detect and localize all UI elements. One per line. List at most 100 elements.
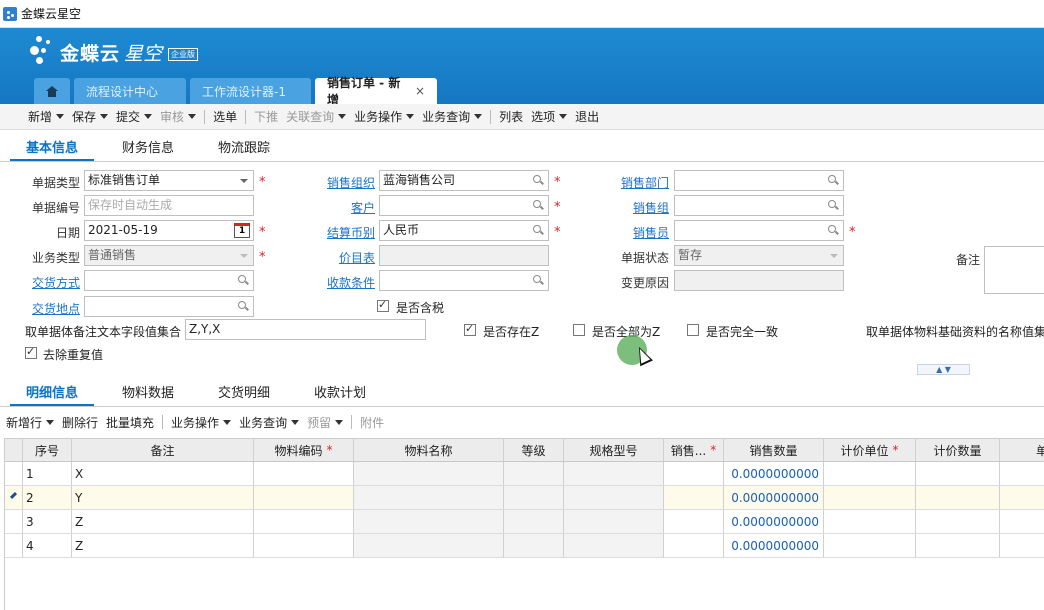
push-down-button[interactable]: 下推	[254, 108, 278, 125]
sale-org-label[interactable]: 销售组织	[327, 174, 375, 191]
chevron-down-icon[interactable]	[291, 419, 300, 425]
remark-textarea[interactable]	[984, 246, 1044, 294]
has-z-checkbox[interactable]	[464, 322, 476, 336]
sale-dept-input[interactable]	[674, 170, 844, 191]
exit-button[interactable]: 退出	[575, 108, 599, 125]
add-row-button[interactable]: 新增行	[6, 414, 55, 431]
delivery-place-input[interactable]	[84, 296, 254, 317]
currency-input[interactable]: 人民币	[379, 220, 549, 241]
tab-sales-order-new[interactable]: 销售订单 - 新增 ×	[315, 76, 437, 107]
tab-basic-info[interactable]: 基本信息	[10, 139, 95, 161]
tab-logistics[interactable]: 物流跟踪	[202, 139, 286, 161]
detail-biz-query-button[interactable]: 业务查询	[239, 414, 300, 431]
chevron-down-icon[interactable]	[406, 114, 415, 119]
receipt-cond-label[interactable]: 收款条件	[327, 274, 375, 291]
chevron-down-icon[interactable]	[144, 114, 153, 119]
sale-group-label[interactable]: 销售组	[633, 199, 669, 216]
all-z-checkbox[interactable]	[573, 324, 585, 336]
receipt-cond-input[interactable]	[379, 270, 549, 291]
chevron-down-icon[interactable]	[46, 419, 55, 425]
column-header[interactable]: 单	[1000, 439, 1044, 461]
reserve-button[interactable]: 预留	[307, 414, 344, 431]
tab-process-design[interactable]: 流程设计中心	[74, 78, 186, 104]
salesman-input[interactable]	[674, 220, 844, 241]
bill-type-select[interactable]: 标准销售订单	[84, 170, 254, 191]
delivery-place-label[interactable]: 交货地点	[32, 300, 80, 317]
attachment-button[interactable]: 附件	[360, 414, 384, 431]
search-icon[interactable]	[533, 275, 543, 285]
chevron-down-icon[interactable]	[825, 246, 843, 265]
all-same-checkbox[interactable]	[687, 324, 699, 336]
tab-receipt-plan[interactable]: 收款计划	[298, 384, 382, 406]
search-icon[interactable]	[533, 200, 543, 210]
tab-home[interactable]	[34, 78, 70, 104]
sale-org-input[interactable]: 蓝海销售公司	[379, 170, 549, 191]
tab-detail-info[interactable]: 明细信息	[10, 384, 95, 406]
search-icon[interactable]	[238, 275, 248, 285]
audit-button[interactable]: 审核	[160, 108, 197, 125]
sale-group-input[interactable]	[674, 195, 844, 216]
search-icon[interactable]	[828, 200, 838, 210]
chevron-down-icon[interactable]	[188, 114, 197, 119]
biz-operation-button[interactable]: 业务操作	[354, 108, 415, 125]
collapse-toggle[interactable]: ▲ ▼	[917, 364, 970, 375]
biz-query-button[interactable]: 业务查询	[422, 108, 483, 125]
column-header[interactable]: 计价数量	[916, 439, 1000, 461]
table-row[interactable]: 2 Y 0.0000000000	[5, 486, 1044, 510]
chevron-down-icon[interactable]	[474, 114, 483, 119]
delivery-method-input[interactable]	[84, 270, 254, 291]
remark-concat-input[interactable]: Z,Y,X	[185, 319, 426, 340]
currency-label[interactable]: 结算币别	[327, 224, 375, 241]
table-row[interactable]: 4 Z 0.0000000000	[5, 534, 1044, 558]
chevron-down-icon[interactable]	[335, 419, 344, 425]
tab-material-data[interactable]: 物料数据	[106, 384, 190, 406]
chevron-down-icon[interactable]	[559, 114, 568, 119]
change-reason-input[interactable]	[674, 270, 844, 291]
options-button[interactable]: 选项	[531, 108, 568, 125]
salesman-label[interactable]: 销售员	[633, 224, 669, 241]
date-input[interactable]: 2021-05-19 1	[84, 220, 254, 241]
table-row[interactable]: 1 X 0.0000000000	[5, 462, 1044, 486]
chevron-down-icon[interactable]	[235, 246, 253, 265]
search-icon[interactable]	[533, 175, 543, 185]
bill-no-input[interactable]: 保存时自动生成	[84, 195, 254, 216]
submit-button[interactable]: 提交	[116, 108, 153, 125]
save-button[interactable]: 保存	[72, 108, 109, 125]
tab-workflow-designer[interactable]: 工作流设计器-1	[190, 78, 311, 104]
sale-dept-label[interactable]: 销售部门	[621, 174, 669, 191]
biz-type-select[interactable]: 普通销售	[84, 245, 254, 266]
close-icon[interactable]: ×	[415, 84, 425, 98]
related-query-button[interactable]: 关联查询	[286, 108, 347, 125]
customer-label[interactable]: 客户	[351, 199, 375, 216]
tab-delivery-detail[interactable]: 交货明细	[202, 384, 286, 406]
dedupe-checkbox[interactable]	[25, 345, 37, 359]
detail-biz-operation-button[interactable]: 业务操作	[171, 414, 232, 431]
tax-incl-checkbox[interactable]	[377, 298, 389, 312]
search-icon[interactable]	[828, 175, 838, 185]
column-header[interactable]: 备注	[72, 439, 254, 461]
column-header[interactable]: 计价单位 *	[824, 439, 916, 461]
new-button[interactable]: 新增	[28, 108, 65, 125]
column-header[interactable]: 等级	[504, 439, 564, 461]
delivery-method-label[interactable]: 交货方式	[32, 274, 80, 291]
bill-status-select[interactable]: 暂存	[674, 245, 844, 266]
list-button[interactable]: 列表	[499, 108, 523, 125]
price-list-input[interactable]	[379, 245, 549, 266]
column-header[interactable]: 序号	[23, 439, 72, 461]
calendar-icon[interactable]: 1	[234, 223, 250, 238]
tab-finance-info[interactable]: 财务信息	[106, 139, 190, 161]
select-bill-button[interactable]: 选单	[213, 108, 237, 125]
column-header[interactable]: 物料名称	[354, 439, 504, 461]
column-header[interactable]: 销售数量	[724, 439, 824, 461]
chevron-down-icon[interactable]	[235, 171, 253, 190]
price-list-label[interactable]: 价目表	[339, 249, 375, 266]
search-icon[interactable]	[828, 225, 838, 235]
search-icon[interactable]	[238, 301, 248, 311]
customer-input[interactable]	[379, 195, 549, 216]
column-header[interactable]: 销售... *	[664, 439, 724, 461]
column-header[interactable]: 规格型号	[564, 439, 664, 461]
chevron-down-icon[interactable]	[223, 419, 232, 425]
chevron-down-icon[interactable]	[100, 114, 109, 119]
search-icon[interactable]	[533, 225, 543, 235]
delete-row-button[interactable]: 删除行	[62, 414, 98, 431]
